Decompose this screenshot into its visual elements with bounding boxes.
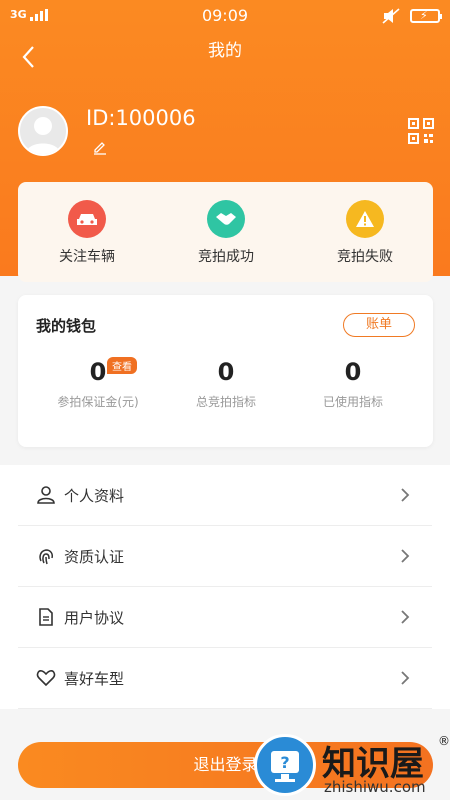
chevron-right-icon [401, 488, 410, 502]
quick-actions-card: 关注车辆 竞拍成功 竞拍失败 [18, 182, 433, 282]
menu-item-label: 资质认证 [64, 547, 125, 566]
stat-value: 0 [344, 358, 362, 386]
page-title: 我的 [208, 41, 242, 61]
settings-menu: 个人资料 资质认证 用户协议 喜好车型 [0, 465, 450, 709]
chevron-right-icon [401, 671, 410, 685]
avatar[interactable] [18, 106, 68, 156]
qr-code-icon[interactable] [408, 118, 434, 144]
menu-item-user-agreement[interactable]: 用户协议 [18, 587, 432, 648]
mute-icon [382, 8, 400, 24]
quick-action-followed-cars[interactable]: 关注车辆 [27, 200, 147, 266]
document-icon [39, 608, 53, 626]
menu-item-favorite-models[interactable]: 喜好车型 [18, 648, 432, 709]
status-icons: ⚡ [382, 8, 442, 24]
menu-item-label: 用户协议 [64, 608, 125, 627]
fingerprint-icon [39, 549, 53, 565]
quick-action-auction-success[interactable]: 竞拍成功 [166, 200, 286, 266]
edit-icon[interactable] [92, 140, 108, 156]
quick-action-label: 竞拍失败 [337, 249, 393, 265]
battery-icon: ⚡ [410, 9, 442, 23]
view-badge[interactable]: 查看 [107, 357, 137, 374]
user-id: ID:100006 [86, 106, 196, 130]
stat-value: 0 [217, 358, 235, 386]
svg-text:?: ? [280, 753, 289, 772]
chevron-right-icon [401, 549, 410, 563]
watermark: ? 知识屋 ® zhishiwu.com [250, 730, 450, 800]
default-avatar-icon [26, 117, 60, 154]
status-bar: 3G 09:09 ⚡ [0, 0, 450, 32]
stat-label: 总竞拍指标 [195, 395, 256, 409]
quick-action-label: 关注车辆 [59, 249, 115, 265]
stat-label: 已使用指标 [322, 395, 383, 409]
watermark-logo-icon: ? [254, 734, 316, 796]
menu-item-label: 个人资料 [64, 486, 125, 505]
quick-action-auction-failed[interactable]: 竞拍失败 [305, 200, 425, 266]
wallet-stat-used: 0 已使用指标 [283, 357, 423, 410]
wallet-card: 我的钱包 账单 0 参拍保证金(元) 查看 0 总竞拍指标 0 已使用指标 [18, 295, 433, 447]
stat-value: 0 [89, 358, 107, 386]
wallet-title: 我的钱包 [36, 317, 97, 335]
person-icon [37, 486, 55, 504]
chevron-right-icon [401, 610, 410, 624]
handshake-icon [207, 200, 245, 238]
wallet-stat-total: 0 总竞拍指标 [156, 357, 296, 410]
watermark-registered: ® [438, 734, 450, 748]
warning-icon [346, 200, 384, 238]
watermark-subtitle: zhishiwu.com [324, 778, 426, 796]
wallet-stat-deposit: 0 参拍保证金(元) [28, 357, 168, 410]
bill-button[interactable]: 账单 [343, 313, 415, 337]
menu-item-label: 喜好车型 [64, 669, 125, 688]
quick-action-label: 竞拍成功 [198, 249, 254, 265]
car-icon [68, 200, 106, 238]
stat-label: 参拍保证金(元) [57, 395, 139, 409]
menu-item-profile[interactable]: 个人资料 [18, 465, 432, 526]
menu-item-certification[interactable]: 资质认证 [18, 526, 432, 587]
heart-icon [36, 670, 56, 687]
